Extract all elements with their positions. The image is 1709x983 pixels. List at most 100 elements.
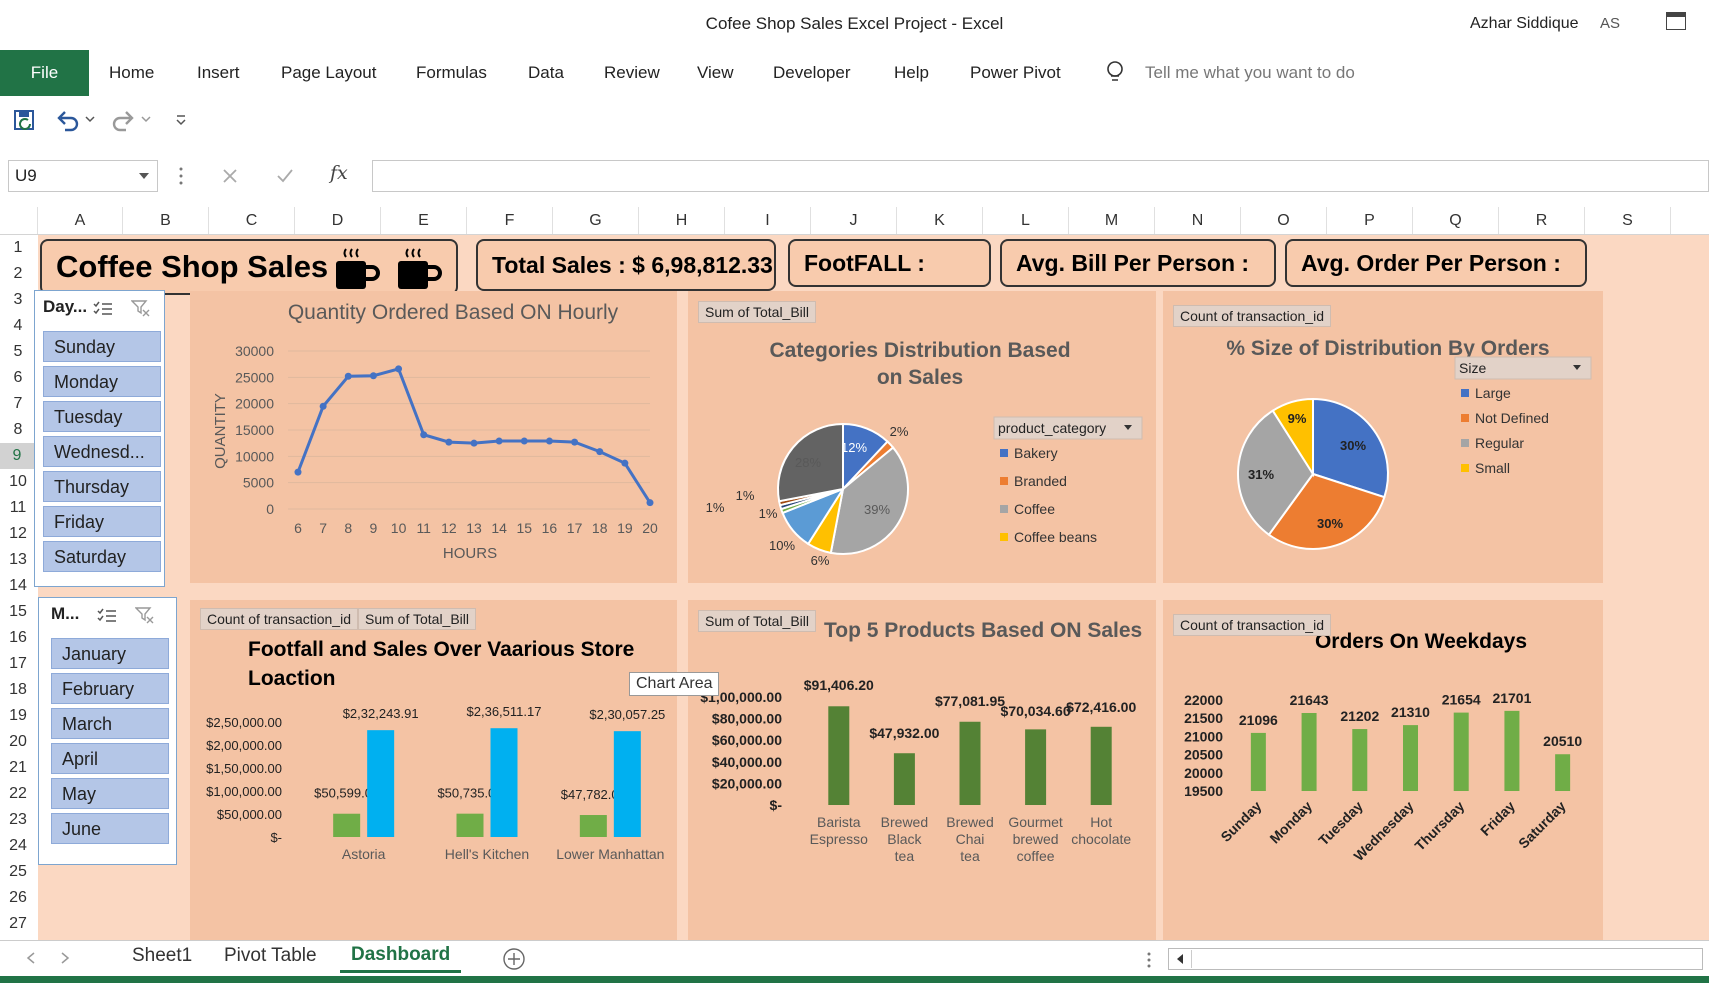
- slicer-item-tuesday[interactable]: Tuesday: [43, 401, 161, 432]
- undo-icon[interactable]: [55, 110, 81, 132]
- row-header[interactable]: 13: [0, 547, 36, 573]
- customize-qat-icon[interactable]: [176, 114, 186, 126]
- row-header[interactable]: 23: [0, 807, 36, 833]
- weekday-orders-chart[interactable]: Count of transaction_id Orders On Weekda…: [1163, 600, 1603, 940]
- row-header[interactable]: 7: [0, 391, 36, 417]
- column-header[interactable]: O: [1241, 207, 1327, 234]
- tab-view[interactable]: View: [697, 50, 734, 96]
- column-header[interactable]: Q: [1413, 207, 1499, 234]
- sheet-tab-sheet1[interactable]: Sheet1: [132, 945, 192, 967]
- scrollbar-thumb[interactable]: [1191, 950, 1691, 968]
- sheet-tab-dashboard[interactable]: Dashboard: [340, 941, 462, 973]
- slicer-item-january[interactable]: January: [51, 638, 169, 669]
- row-header[interactable]: 11: [0, 495, 36, 521]
- row-header[interactable]: 15: [0, 599, 36, 625]
- top-products-chart[interactable]: Sum of Total_Bill Top 5 Products Based O…: [688, 600, 1156, 940]
- horizontal-scrollbar[interactable]: [1168, 948, 1703, 970]
- column-header[interactable]: I: [725, 207, 811, 234]
- slicer-item-saturday[interactable]: Saturday: [43, 541, 161, 572]
- column-header[interactable]: B: [123, 207, 209, 234]
- user-initials[interactable]: AS: [1600, 15, 1620, 32]
- tab-power-pivot[interactable]: Power Pivot: [970, 50, 1061, 96]
- tab-page-layout[interactable]: Page Layout: [281, 50, 376, 96]
- user-name[interactable]: Azhar Siddique: [1470, 15, 1579, 33]
- column-header[interactable]: D: [295, 207, 381, 234]
- save-icon[interactable]: [12, 108, 38, 134]
- row-header[interactable]: 17: [0, 651, 36, 677]
- row-header[interactable]: 6: [0, 365, 36, 391]
- redo-icon[interactable]: [110, 110, 136, 132]
- redo-dropdown-icon[interactable]: [141, 116, 151, 124]
- select-all-corner[interactable]: [0, 207, 38, 234]
- clear-filter-icon[interactable]: [135, 606, 155, 624]
- row-header[interactable]: 4: [0, 313, 36, 339]
- column-header[interactable]: M: [1069, 207, 1155, 234]
- category-distribution-chart[interactable]: Sum of Total_Bill Categories Distributio…: [688, 291, 1156, 583]
- tab-data[interactable]: Data: [528, 50, 564, 96]
- slicer-item-june[interactable]: June: [51, 813, 169, 844]
- row-header[interactable]: 25: [0, 859, 36, 885]
- row-header[interactable]: 21: [0, 755, 36, 781]
- tab-review[interactable]: Review: [604, 50, 660, 96]
- slicer-item-monday[interactable]: Monday: [43, 366, 161, 397]
- scroll-right-icon[interactable]: [60, 952, 70, 964]
- row-header[interactable]: 2: [0, 261, 36, 287]
- column-header[interactable]: H: [639, 207, 725, 234]
- formula-input[interactable]: [372, 160, 1709, 192]
- scroll-left-icon[interactable]: [26, 952, 36, 964]
- row-header[interactable]: 24: [0, 833, 36, 859]
- name-box[interactable]: U9: [8, 160, 158, 192]
- store-location-chart[interactable]: Count of transaction_id Sum of Total_Bil…: [190, 600, 677, 940]
- undo-dropdown-icon[interactable]: [85, 116, 95, 124]
- slicer-item-march[interactable]: March: [51, 708, 169, 739]
- column-header[interactable]: N: [1155, 207, 1241, 234]
- scroll-left-arrow-icon[interactable]: [1176, 954, 1184, 965]
- row-header[interactable]: 19: [0, 703, 36, 729]
- tell-me-search[interactable]: Tell me what you want to do: [1145, 50, 1355, 96]
- hourly-quantity-chart[interactable]: Quantity Ordered Based ON Hourly 30000 250…: [190, 291, 677, 583]
- column-header[interactable]: E: [381, 207, 467, 234]
- tab-splitter-icon[interactable]: [1146, 951, 1152, 969]
- column-header[interactable]: L: [983, 207, 1069, 234]
- row-header[interactable]: 16: [0, 625, 36, 651]
- cancel-icon[interactable]: [222, 168, 238, 184]
- column-header[interactable]: P: [1327, 207, 1413, 234]
- slicer-item-april[interactable]: April: [51, 743, 169, 774]
- column-header[interactable]: A: [38, 207, 123, 234]
- field-button-sum-total-bill[interactable]: Sum of Total_Bill: [698, 610, 817, 632]
- row-header[interactable]: 1: [0, 235, 36, 261]
- tab-home[interactable]: Home: [109, 50, 154, 96]
- row-header[interactable]: 3: [0, 287, 36, 313]
- row-header[interactable]: 18: [0, 677, 36, 703]
- field-button-count-transaction[interactable]: Count of transaction_id: [200, 608, 358, 630]
- field-button-sum-total-bill[interactable]: Sum of Total_Bill: [358, 608, 477, 630]
- column-header[interactable]: K: [897, 207, 983, 234]
- add-sheet-icon[interactable]: [502, 947, 526, 971]
- ribbon-display-icon[interactable]: [1666, 12, 1686, 30]
- row-header[interactable]: 10: [0, 469, 36, 495]
- tab-developer[interactable]: Developer: [773, 50, 851, 96]
- name-box-dropdown-icon[interactable]: [139, 173, 149, 180]
- slicer-item-wednesday[interactable]: Wednesd...: [43, 436, 161, 467]
- dashboard-area[interactable]: Coffee Shop Sales Total Sales : $ 6,98,8…: [34, 235, 1709, 940]
- column-header[interactable]: R: [1499, 207, 1585, 234]
- tab-insert[interactable]: Insert: [197, 50, 240, 96]
- lightbulb-icon[interactable]: [1104, 60, 1126, 86]
- enter-icon[interactable]: [276, 168, 294, 184]
- tab-file[interactable]: File: [0, 50, 89, 96]
- multi-select-icon[interactable]: [93, 299, 113, 317]
- sheet-tab-pivot-table[interactable]: Pivot Table: [224, 945, 317, 967]
- row-header[interactable]: 12: [0, 521, 36, 547]
- column-header[interactable]: S: [1585, 207, 1671, 234]
- insert-function-icon[interactable]: fx: [330, 162, 348, 184]
- day-slicer[interactable]: Day... Sunday Monday Tuesday Wednesd... …: [34, 290, 165, 587]
- field-button-sum-total-bill[interactable]: Sum of Total_Bill: [698, 301, 817, 323]
- row-header[interactable]: 5: [0, 339, 36, 365]
- field-button-count-transaction[interactable]: Count of transaction_id: [1173, 614, 1331, 636]
- column-header[interactable]: F: [467, 207, 553, 234]
- row-header[interactable]: 8: [0, 417, 36, 443]
- slicer-item-thursday[interactable]: Thursday: [43, 471, 161, 502]
- row-header[interactable]: 20: [0, 729, 36, 755]
- slicer-item-sunday[interactable]: Sunday: [43, 331, 161, 362]
- size-distribution-chart[interactable]: Count of transaction_id % Size of Distri…: [1163, 291, 1603, 583]
